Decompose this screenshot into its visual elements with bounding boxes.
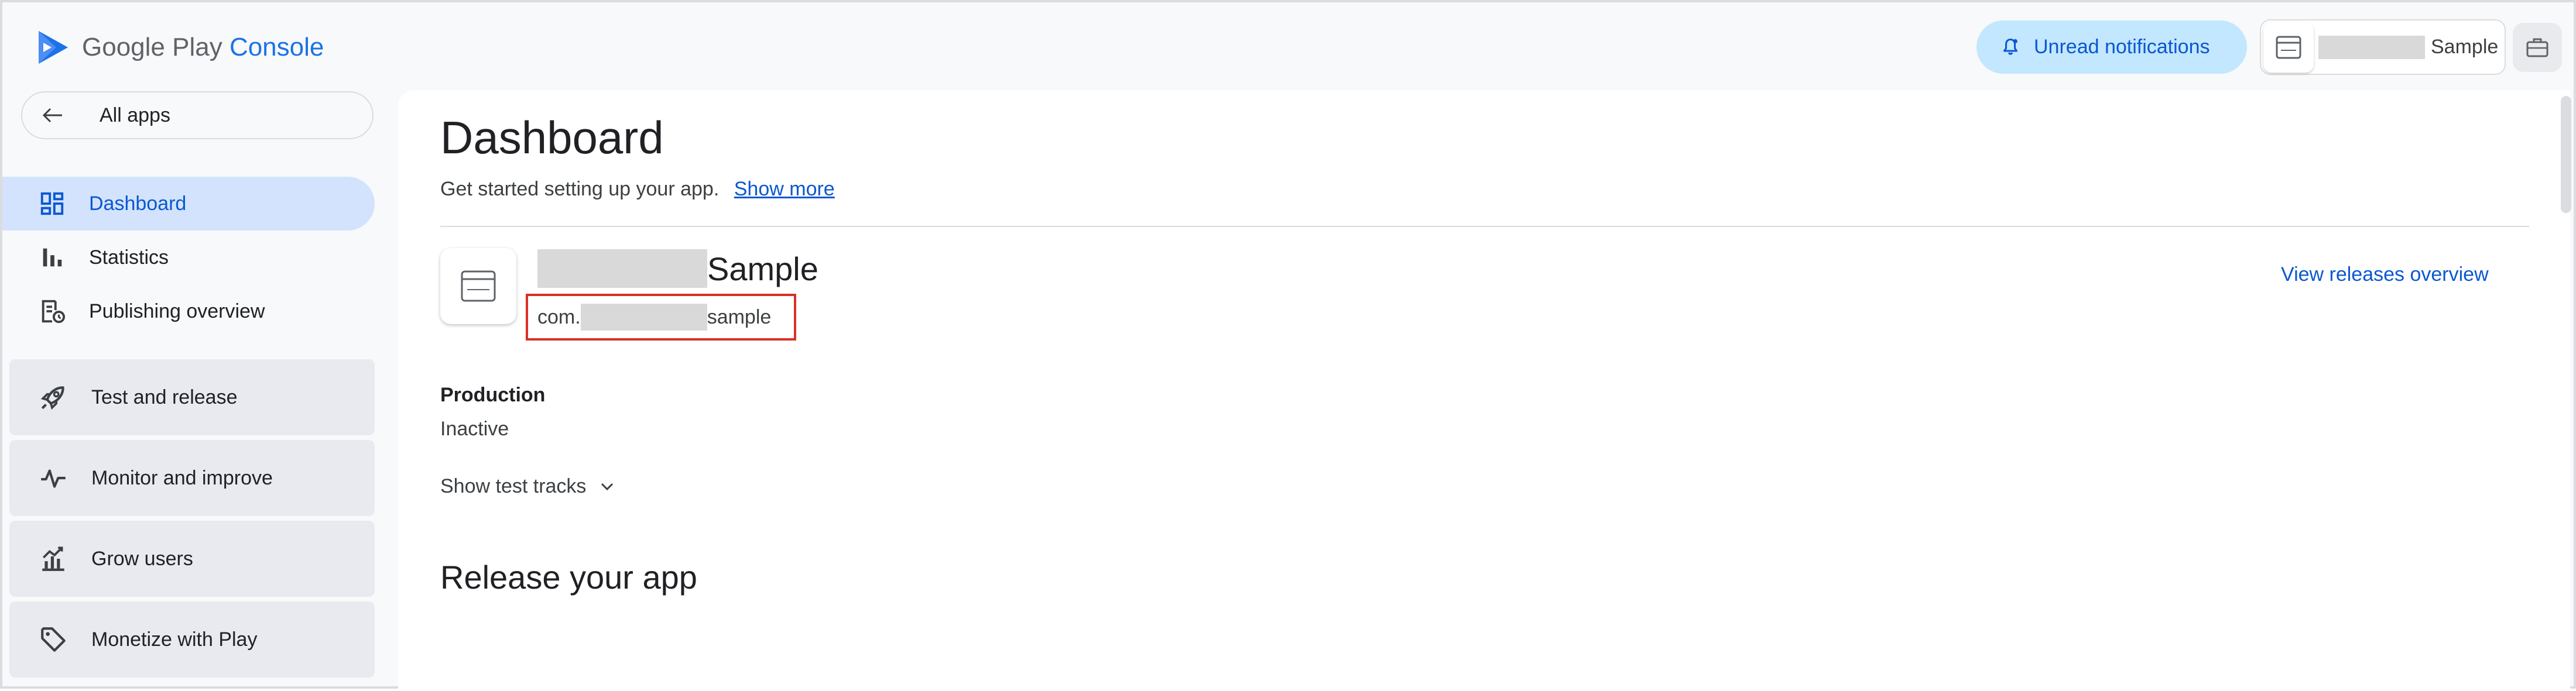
scrollbar[interactable] <box>2561 96 2571 213</box>
show-test-tracks-label: Show test tracks <box>440 475 587 497</box>
top-bar: Google Play Console Unread notifications… <box>2 2 2576 90</box>
package-name-highlight: com. sample <box>526 294 796 341</box>
redacted-app-name <box>537 249 707 288</box>
app-name-row: Sample <box>537 249 818 288</box>
sidebar-group-monetize-with-play[interactable]: Monetize with Play <box>9 601 375 678</box>
production-status: Inactive <box>440 418 509 440</box>
unread-notifications-button[interactable]: Unread notifications <box>1976 20 2247 74</box>
sidebar-group-label: Monitor and improve <box>91 466 273 489</box>
rocket-icon <box>40 386 64 410</box>
chevron-down-icon <box>601 483 614 490</box>
sidebar-item-publishing-overview[interactable]: Publishing overview <box>2 284 375 338</box>
sidebar-group-test-and-release[interactable]: Test and release <box>9 359 375 435</box>
package-suffix: sample <box>707 305 772 328</box>
arrow-back-icon <box>42 108 62 123</box>
account-chip-label: Sample <box>2431 36 2499 58</box>
sidebar-item-statistics[interactable]: Statistics <box>2 231 375 284</box>
all-apps-button[interactable]: All apps <box>21 91 374 139</box>
production-label: Production <box>440 384 546 406</box>
app-name: Sample <box>707 250 818 287</box>
developer-account-button[interactable] <box>2513 23 2562 72</box>
package-prefix: com. <box>537 305 581 328</box>
play-console-logo-icon <box>39 31 68 64</box>
bar-chart-icon <box>43 248 62 267</box>
vitals-icon <box>41 469 66 488</box>
sidebar-item-label: Publishing overview <box>89 300 265 322</box>
page-title: Dashboard <box>440 112 664 163</box>
release-section-title: Release your app <box>440 559 697 596</box>
publishing-overview-icon <box>42 300 66 324</box>
app-window: Google Play Console Unread notifications… <box>0 0 2576 691</box>
main-content: Dashboard Get started setting up your ap… <box>398 90 2570 691</box>
divider <box>440 226 2529 227</box>
play-console-logo[interactable]: Google Play Console <box>36 27 324 68</box>
logo-text-main: Google Play <box>82 33 222 61</box>
sidebar-group-monitor-and-improve[interactable]: Monitor and improve <box>9 440 375 516</box>
sidebar: All apps Dashboard Statistics Publishing… <box>2 90 389 691</box>
view-releases-overview-link[interactable]: View releases overview <box>2281 263 2489 286</box>
page-subtitle: Get started setting up your app. Show mo… <box>440 178 835 201</box>
subtitle-text: Get started setting up your app. <box>440 178 720 200</box>
app-thumbnail <box>2263 22 2314 73</box>
notification-bell-icon <box>2003 38 2017 55</box>
sidebar-item-label: Statistics <box>89 246 169 269</box>
app-window-icon <box>461 270 496 302</box>
logo-text: Google Play Console <box>82 33 324 62</box>
grow-users-icon <box>42 546 64 571</box>
redacted-account-name <box>2318 35 2425 59</box>
show-test-tracks-toggle[interactable]: Show test tracks <box>440 475 615 498</box>
unread-notifications-label: Unread notifications <box>2034 36 2210 58</box>
app-icon <box>440 248 516 324</box>
sidebar-group-label: Grow users <box>91 547 193 570</box>
app-account-chip[interactable]: Sample <box>2260 19 2506 75</box>
sidebar-group-label: Test and release <box>91 386 238 408</box>
redacted-package-name <box>580 304 707 331</box>
app-window-icon <box>2276 36 2301 59</box>
sidebar-group-grow-users[interactable]: Grow users <box>9 521 375 597</box>
sidebar-item-dashboard[interactable]: Dashboard <box>2 177 375 231</box>
logo-text-accent: Console <box>229 33 324 61</box>
sidebar-group-label: Monetize with Play <box>91 628 258 651</box>
show-more-link[interactable]: Show more <box>734 178 835 200</box>
sidebar-item-label: Dashboard <box>89 192 187 215</box>
dashboard-icon <box>40 192 64 215</box>
all-apps-label: All apps <box>100 104 170 126</box>
briefcase-icon <box>2526 38 2548 57</box>
tag-icon <box>41 627 66 652</box>
